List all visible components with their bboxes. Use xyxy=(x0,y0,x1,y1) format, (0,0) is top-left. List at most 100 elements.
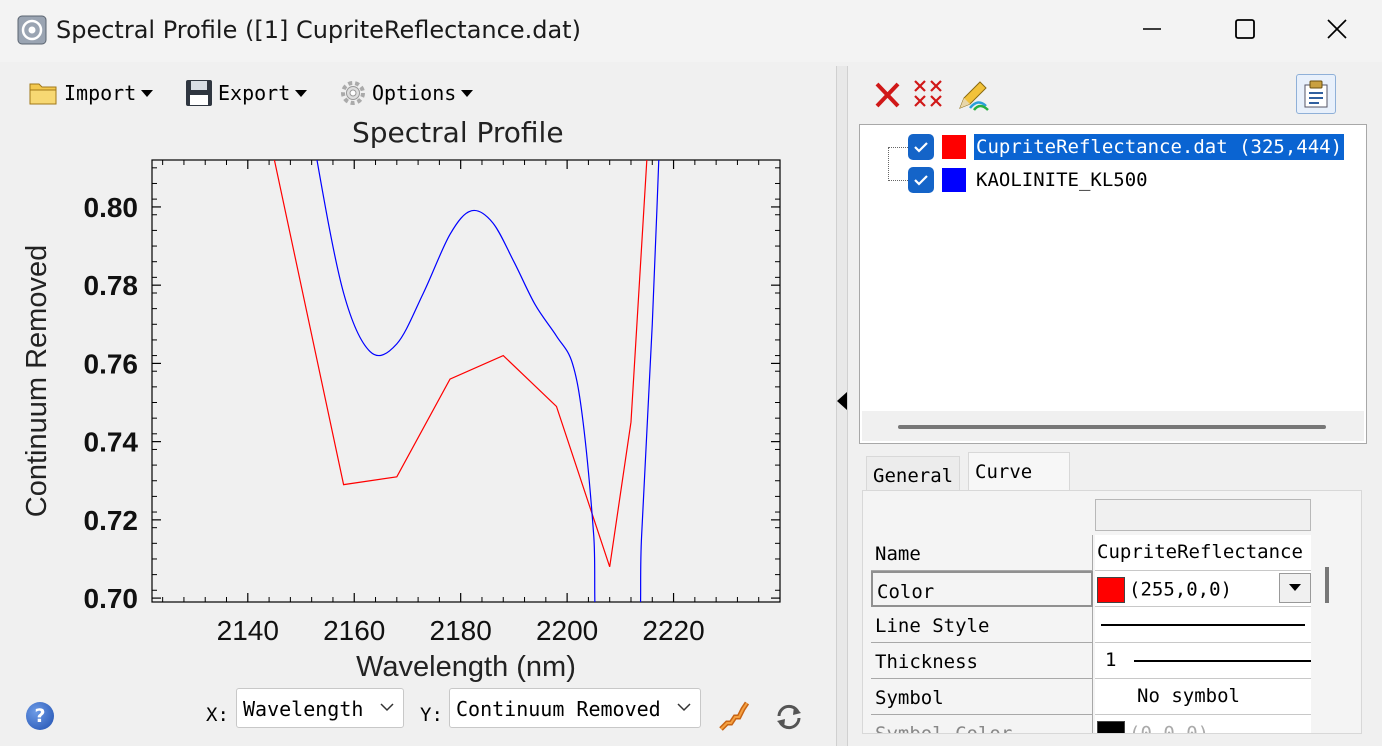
x-axis-select-value: Wavelength xyxy=(243,697,364,721)
line-style-value[interactable] xyxy=(1095,607,1311,643)
vertical-scrollbar[interactable] xyxy=(1325,567,1329,603)
property-row-symbol[interactable]: Symbol No symbol xyxy=(871,679,1311,715)
collapse-arrow-icon[interactable] xyxy=(837,392,847,410)
maximize-button[interactable] xyxy=(1199,0,1291,58)
tree-item-label: KAOLINITE_KL500 xyxy=(976,169,1148,191)
property-key: Name xyxy=(871,535,1093,571)
tab-general[interactable]: General xyxy=(866,456,961,492)
export-menu[interactable]: Export xyxy=(184,75,308,111)
property-row-color[interactable]: Color (255,0,0) xyxy=(871,571,1311,607)
property-row-symbol-color[interactable]: Symbol Color (0,0,0) xyxy=(871,715,1311,734)
import-label: Import xyxy=(64,81,137,105)
tab-curve[interactable]: Curve xyxy=(968,452,1070,492)
properties-button[interactable] xyxy=(1296,74,1336,114)
x-tick-label: 2140 xyxy=(217,615,279,646)
x-axis-select[interactable]: Wavelength xyxy=(236,688,404,728)
chevron-down-icon xyxy=(461,89,474,97)
symbol-text: No symbol xyxy=(1137,685,1240,707)
plot-title: Spectral Profile xyxy=(352,116,564,149)
chevron-down-icon xyxy=(677,703,691,712)
symbol-color-text: (0,0,0) xyxy=(1129,722,1210,734)
gear-icon xyxy=(341,81,365,105)
x-tick-label: 2200 xyxy=(536,615,598,646)
x-axis-select-label: X: xyxy=(206,704,229,726)
checkmark-icon xyxy=(914,175,928,186)
color-combo[interactable]: (255,0,0) xyxy=(1095,571,1311,607)
y-axis-select-label: Y: xyxy=(420,704,443,726)
checkbox[interactable] xyxy=(908,134,934,160)
tree-item-kaolinite[interactable]: KAOLINITE_KL500 xyxy=(908,165,1150,195)
y-axis-select-value: Continuum Removed xyxy=(456,697,661,721)
color-swatch xyxy=(1097,577,1125,603)
chevron-down-icon xyxy=(141,89,154,97)
property-row-line-style[interactable]: Line Style xyxy=(871,607,1311,643)
line-style-sample xyxy=(1101,623,1305,626)
profile-tree[interactable]: CupriteReflectance.dat (325,444) KAOLINI… xyxy=(859,124,1367,444)
help-icon[interactable]: ? xyxy=(26,702,54,730)
edit-pencil-icon[interactable] xyxy=(956,78,990,112)
property-key: Line Style xyxy=(871,607,1093,643)
table-header xyxy=(1095,499,1311,531)
checkbox[interactable] xyxy=(908,167,934,193)
delete-all-icon[interactable] xyxy=(913,78,945,110)
chevron-down-icon xyxy=(1289,584,1301,591)
properties-icon xyxy=(1304,80,1328,108)
delete-icon[interactable] xyxy=(872,78,904,110)
options-menu[interactable]: Options xyxy=(338,75,474,111)
property-key: Symbol Color xyxy=(871,715,1093,733)
folder-icon xyxy=(29,83,57,105)
y-tick-label: 0.70 xyxy=(84,583,139,614)
tree-item-cuprite[interactable]: CupriteReflectance.dat (325,444) xyxy=(908,132,1345,162)
curve-properties-panel: Name CupriteReflectance Color (255,0,0) … xyxy=(862,490,1362,734)
options-label: Options xyxy=(372,81,457,105)
chevron-down-icon xyxy=(295,89,308,97)
import-menu[interactable]: Import xyxy=(28,75,154,111)
app-icon xyxy=(17,15,47,45)
y-tick-label: 0.78 xyxy=(84,270,139,301)
thickness-sample xyxy=(1133,659,1311,662)
spectral-profile-chart[interactable]: 2140 2160 2180 2200 2220 0.70 0.72 0.74 0.76 0.78… xyxy=(0,150,830,690)
property-key: Symbol xyxy=(871,679,1093,715)
x-axis-label: Wavelength (nm) xyxy=(356,651,576,683)
property-key: Thickness xyxy=(871,643,1093,679)
minimize-button[interactable] xyxy=(1106,0,1198,58)
refresh-icon[interactable] xyxy=(774,702,804,732)
horizontal-scrollbar[interactable] xyxy=(862,411,1364,441)
symbol-color-value[interactable]: (0,0,0) xyxy=(1095,715,1311,734)
color-dropdown-button[interactable] xyxy=(1279,573,1311,603)
x-tick-label: 2180 xyxy=(430,615,492,646)
y-tick-label: 0.72 xyxy=(84,505,139,536)
tree-connector xyxy=(888,147,908,148)
thickness-value[interactable]: 1 xyxy=(1095,643,1311,679)
property-row-thickness[interactable]: Thickness 1 xyxy=(871,643,1311,679)
tree-item-label: CupriteReflectance.dat (325,444) xyxy=(974,134,1345,160)
color-swatch xyxy=(1097,721,1125,733)
x-tick-label: 2160 xyxy=(323,615,385,646)
chevron-down-icon xyxy=(380,703,394,712)
color-swatch xyxy=(942,168,966,192)
title-bar: Spectral Profile ([1] CupriteReflectance… xyxy=(0,0,1382,62)
y-axis-select[interactable]: Continuum Removed xyxy=(449,688,701,728)
close-icon xyxy=(1327,19,1347,39)
color-swatch xyxy=(942,135,966,159)
y-tick-label: 0.74 xyxy=(84,427,139,458)
close-button[interactable] xyxy=(1291,0,1382,58)
save-icon xyxy=(186,80,212,106)
plot-frame xyxy=(151,159,781,603)
y-tick-label: 0.76 xyxy=(84,348,139,379)
symbol-value[interactable]: No symbol xyxy=(1095,679,1311,715)
scrollbar-thumb[interactable] xyxy=(898,425,1326,429)
property-key: Color xyxy=(871,571,1093,607)
tree-connector xyxy=(888,180,908,181)
minimize-icon xyxy=(1143,28,1161,30)
x-tick-label: 2220 xyxy=(642,615,704,646)
color-value: (255,0,0) xyxy=(1129,578,1232,601)
export-label: Export xyxy=(218,81,291,105)
property-row-name[interactable]: Name CupriteReflectance xyxy=(871,535,1311,571)
thickness-number: 1 xyxy=(1105,649,1117,671)
plot-stairs-icon[interactable] xyxy=(718,700,750,732)
window-title: Spectral Profile ([1] CupriteReflectance… xyxy=(56,16,581,44)
y-axis-label: Continuum Removed xyxy=(21,245,53,517)
checkmark-icon xyxy=(914,142,928,153)
name-value[interactable]: CupriteReflectance xyxy=(1095,535,1311,571)
